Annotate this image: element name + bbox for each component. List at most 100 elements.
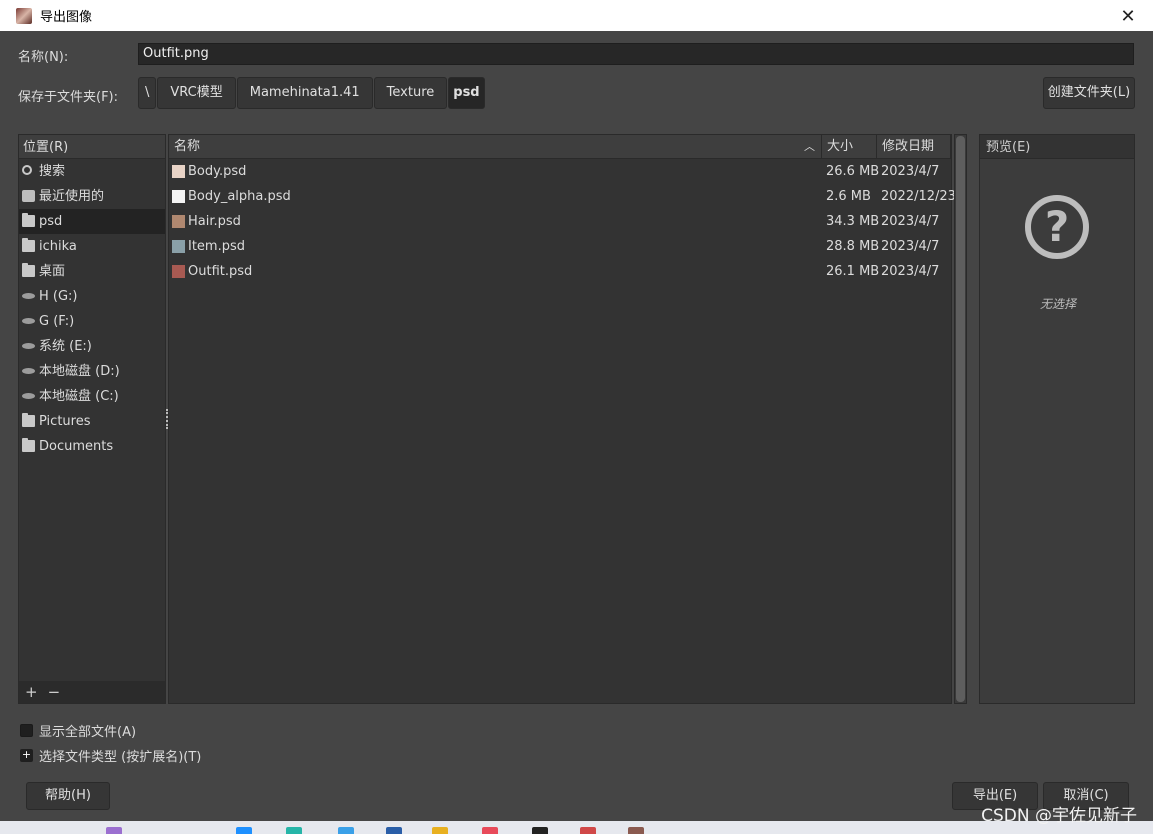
file-type-label: 选择文件类型 (按扩展名)(T) [39, 750, 202, 765]
place-item[interactable]: H (G:) [19, 284, 165, 309]
breadcrumb: \ VRC模型 Mamehinata1.41 Texture psd [138, 77, 485, 109]
recent-icon [22, 190, 35, 202]
file-name: Body.psd [188, 164, 247, 179]
file-size: 26.6 MB [826, 164, 880, 179]
taskbar-app-icon[interactable] [338, 827, 354, 834]
show-all-files-label: 显示全部文件(A) [39, 725, 137, 740]
taskbar-app-icon[interactable] [106, 827, 122, 834]
places-footer: + − [19, 681, 165, 703]
file-row[interactable]: Item.psd 28.8 MB 2023/4/7 [169, 234, 951, 259]
folder-icon [22, 413, 35, 427]
column-date[interactable]: 修改日期 [877, 135, 951, 159]
place-item[interactable]: psd [19, 209, 165, 234]
name-label: 名称(N): [18, 50, 69, 65]
places-header[interactable]: 位置(R) [19, 135, 165, 159]
taskbar-app-icon[interactable] [386, 827, 402, 834]
title-bar: 导出图像 ✕ [0, 0, 1153, 31]
place-item[interactable]: 系统 (E:) [19, 334, 165, 359]
taskbar-app-icon[interactable] [432, 827, 448, 834]
column-size[interactable]: 大小 [822, 135, 877, 159]
drive-icon [22, 343, 35, 349]
place-label: ichika [39, 239, 77, 254]
place-label: 搜索 [39, 164, 66, 179]
taskbar-strip [0, 821, 1153, 834]
place-item[interactable]: 本地磁盘 (C:) [19, 384, 165, 409]
place-label: 桌面 [39, 264, 66, 279]
breadcrumb-texture[interactable]: Texture [373, 77, 448, 109]
place-label: 最近使用的 [39, 189, 105, 204]
drive-icon [22, 393, 35, 399]
file-type-expander[interactable]: + 选择文件类型 (按扩展名)(T) [20, 746, 201, 765]
file-row[interactable]: Hair.psd 34.3 MB 2023/4/7 [169, 209, 951, 234]
app-icon [16, 7, 32, 24]
taskbar-app-icon[interactable] [482, 827, 498, 834]
file-thumbnail-icon [172, 165, 185, 178]
preview-panel: 预览(E) ? 无选择 [979, 134, 1135, 704]
file-date: 2023/4/7 [881, 264, 940, 279]
file-list-header: 名称 ︿ 大小 修改日期 [169, 135, 951, 159]
breadcrumb-root[interactable]: \ [138, 77, 157, 109]
place-label: 本地磁盘 (D:) [39, 364, 120, 379]
folder-icon [22, 213, 35, 227]
export-dialog: 名称(N): Outfit.png 保存于文件夹(F): \ VRC模型 Mam… [0, 31, 1153, 821]
preview-header: 预览(E) [980, 135, 1134, 159]
file-row[interactable]: Body_alpha.psd 2.6 MB 2022/12/23 [169, 184, 956, 209]
file-name: Item.psd [188, 239, 246, 254]
search-icon [22, 165, 32, 175]
file-size: 34.3 MB [826, 214, 880, 229]
place-label: Pictures [39, 414, 91, 429]
file-list: 名称 ︿ 大小 修改日期 Body.psd 26.6 MB 2023/4/7 Body… [168, 134, 956, 704]
remove-bookmark-button[interactable]: − [48, 683, 61, 701]
close-button[interactable]: ✕ [1117, 5, 1139, 27]
file-thumbnail-icon [172, 190, 185, 203]
file-thumbnail-icon [172, 215, 185, 228]
breadcrumb-mamehinata[interactable]: Mamehinata1.41 [236, 77, 373, 109]
scrollbar-thumb[interactable] [956, 136, 965, 702]
taskbar-app-icon[interactable] [628, 827, 644, 834]
file-rows: Body.psd 26.6 MB 2023/4/7 Body_alpha.psd 2.6… [169, 159, 956, 284]
preview-empty-text: 无选择 [1039, 297, 1076, 311]
show-all-files-checkbox[interactable] [20, 724, 33, 737]
file-date: 2022/12/23 [881, 189, 956, 204]
file-date: 2023/4/7 [881, 239, 940, 254]
show-all-files-option[interactable]: 显示全部文件(A) [20, 721, 136, 740]
file-thumbnail-icon [172, 265, 185, 278]
drive-icon [22, 318, 35, 324]
place-label: G (F:) [39, 314, 75, 329]
place-item[interactable]: ichika [19, 234, 165, 259]
window-title: 导出图像 [40, 10, 93, 25]
place-item[interactable]: 搜索 [19, 159, 165, 184]
taskbar-app-icon[interactable] [236, 827, 252, 834]
breadcrumb-psd[interactable]: psd [448, 77, 485, 109]
question-icon: ? [1025, 195, 1089, 259]
help-button[interactable]: 帮助(H) [26, 782, 110, 810]
place-item[interactable]: Pictures [19, 409, 165, 434]
breadcrumb-vrc[interactable]: VRC模型 [157, 77, 236, 109]
taskbar-app-icon[interactable] [286, 827, 302, 834]
taskbar-app-icon[interactable] [532, 827, 548, 834]
drive-icon [22, 368, 35, 374]
places-panel: 位置(R) 搜索最近使用的 psd ichika 桌面 H (G:) G (F:) 系统 (… [18, 134, 166, 704]
file-row[interactable]: Outfit.psd 26.1 MB 2023/4/7 [169, 259, 951, 284]
expand-icon: + [20, 748, 33, 762]
sort-ascending-icon: ︿ [804, 140, 815, 153]
place-item[interactable]: Documents [19, 434, 165, 459]
filename-input[interactable]: Outfit.png [138, 43, 1134, 65]
column-name[interactable]: 名称 ︿ [169, 135, 822, 159]
file-size: 28.8 MB [826, 239, 880, 254]
watermark: CSDN @宇佐见新子 [981, 806, 1137, 826]
file-date: 2023/4/7 [881, 214, 940, 229]
place-item[interactable]: 本地磁盘 (D:) [19, 359, 165, 384]
file-size: 26.1 MB [826, 264, 880, 279]
folder-icon [22, 263, 35, 277]
file-row[interactable]: Body.psd 26.6 MB 2023/4/7 [169, 159, 951, 184]
taskbar-app-icon[interactable] [580, 827, 596, 834]
create-folder-button[interactable]: 创建文件夹(L) [1043, 77, 1135, 109]
add-bookmark-button[interactable]: + [25, 683, 38, 701]
place-item[interactable]: 桌面 [19, 259, 165, 284]
place-item[interactable]: G (F:) [19, 309, 165, 334]
drive-icon [22, 293, 35, 299]
file-list-scrollbar[interactable] [954, 134, 967, 704]
place-label: H (G:) [39, 289, 78, 304]
place-item[interactable]: 最近使用的 [19, 184, 165, 209]
